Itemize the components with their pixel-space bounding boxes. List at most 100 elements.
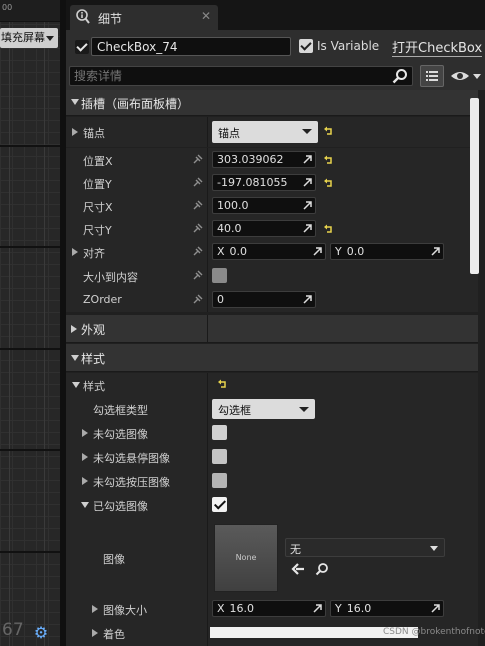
image-size-x-input[interactable]: X 16.0 [212, 600, 326, 617]
unchecked-image-swatch[interactable] [212, 425, 227, 440]
image-thumbnail[interactable]: None [214, 524, 278, 592]
widget-header: Is Variable 打开CheckBox [66, 30, 485, 90]
bind-icon[interactable] [192, 293, 204, 305]
bind-icon[interactable] [192, 153, 204, 165]
property-label: 图像大小 [103, 604, 147, 617]
reset-arrow-icon[interactable] [218, 379, 228, 389]
widget-enabled-checkbox[interactable] [75, 40, 89, 54]
drag-handle-icon[interactable] [431, 247, 440, 256]
expand-arrow-icon[interactable] [72, 382, 80, 388]
anchors-dropdown[interactable]: 锚点 [212, 121, 318, 143]
fill-screen-label: 填充屏幕 [1, 31, 45, 44]
size-y-input[interactable]: 40.0 [212, 220, 316, 237]
bind-icon[interactable] [192, 269, 204, 281]
column-separator [207, 148, 208, 172]
back-arrow-icon[interactable] [291, 562, 305, 576]
property-label: 尺寸Y [83, 224, 112, 237]
viewport-guide-line [0, 551, 60, 553]
collapse-arrow-icon[interactable] [92, 605, 98, 613]
alignment-x-value: 0.0 [229, 245, 248, 258]
alignment-y-value: 0.0 [346, 245, 365, 258]
list-view-icon [426, 71, 438, 81]
designer-viewport[interactable]: 00 填充屏幕 67 ⚙ [0, 0, 60, 646]
tab-details[interactable]: 细节 ✕ [70, 5, 218, 30]
collapse-arrow-icon[interactable] [82, 429, 88, 437]
column-separator [207, 445, 208, 469]
bind-icon[interactable] [192, 222, 204, 234]
column-separator [207, 597, 208, 621]
collapse-arrow-icon[interactable] [92, 629, 98, 637]
column-separator [207, 117, 208, 147]
image-size-x-value: 16.0 [229, 602, 255, 615]
property-label: 样式 [83, 380, 105, 393]
column-separator [207, 493, 208, 517]
section-slot[interactable]: 插槽（画布面板槽） [66, 90, 478, 116]
viewport-guide-line [0, 145, 60, 147]
viewport-guide-line [0, 449, 60, 451]
property-label: 未勾选图像 [93, 428, 148, 441]
search-input[interactable] [72, 67, 382, 85]
image-asset-dropdown[interactable]: 无 [285, 538, 445, 557]
drag-handle-icon[interactable] [303, 155, 312, 164]
collapse-arrow-icon[interactable] [82, 477, 88, 485]
alignment-x-input[interactable]: X 0.0 [212, 243, 326, 260]
drag-handle-icon[interactable] [303, 178, 312, 187]
section-title: 插槽（画布面板槽） [81, 97, 190, 111]
auto-size-checkbox[interactable] [212, 268, 227, 283]
drag-handle-icon[interactable] [303, 201, 312, 210]
checkbox-type-dropdown[interactable]: 勾选框 [212, 399, 315, 419]
chevron-down-icon [302, 129, 312, 134]
property-label: 图像 [103, 553, 125, 566]
bind-icon[interactable] [192, 245, 204, 257]
position-x-input[interactable]: 303.039062 [212, 151, 316, 168]
close-icon[interactable]: ✕ [201, 9, 211, 23]
reset-arrow-icon[interactable] [324, 178, 334, 188]
viewport-guide-line [44, 0, 45, 646]
image-size-y-input[interactable]: Y 16.0 [330, 600, 444, 617]
position-y-input[interactable]: -197.081055 [212, 174, 316, 191]
viewport-guide-line [0, 348, 60, 350]
drag-handle-icon[interactable] [313, 247, 322, 256]
is-variable-checkbox[interactable] [299, 39, 313, 53]
column-separator [207, 240, 208, 264]
section-appearance[interactable]: 外观 [66, 315, 478, 343]
property-matrix-button[interactable] [420, 65, 444, 87]
drag-handle-icon[interactable] [303, 224, 312, 233]
size-x-input[interactable]: 100.0 [212, 197, 316, 214]
drag-handle-icon[interactable] [431, 604, 440, 613]
collapse-arrow-icon[interactable] [72, 248, 78, 256]
fill-screen-dropdown[interactable]: 填充屏幕 [0, 28, 58, 48]
widget-name-input[interactable] [91, 37, 291, 56]
property-row-zorder: ZOrder 0 [66, 288, 478, 312]
reset-arrow-icon[interactable] [324, 126, 334, 136]
search-icon[interactable] [392, 68, 408, 84]
expand-arrow-icon [71, 355, 79, 361]
unchecked-hover-swatch[interactable] [212, 449, 227, 464]
alignment-y-input[interactable]: Y 0.0 [330, 243, 444, 260]
info-icon [76, 9, 90, 24]
checked-image-swatch[interactable] [212, 497, 227, 512]
collapse-arrow-icon[interactable] [82, 453, 88, 461]
unchecked-pressed-swatch[interactable] [212, 473, 227, 488]
drag-handle-icon[interactable] [303, 295, 312, 304]
property-row-unchecked-hover: 未勾选悬停图像 [66, 445, 478, 469]
reset-arrow-icon[interactable] [324, 224, 334, 234]
eye-icon [451, 72, 481, 80]
browse-search-icon[interactable] [315, 562, 329, 576]
section-style[interactable]: 样式 [66, 344, 478, 372]
reset-arrow-icon[interactable] [324, 155, 334, 165]
drag-handle-icon[interactable] [313, 604, 322, 613]
property-row-position-x: 位置X 303.039062 [66, 148, 478, 172]
bind-icon[interactable] [192, 199, 204, 211]
expand-arrow-icon[interactable] [81, 502, 89, 508]
zorder-input[interactable]: 0 [212, 291, 316, 308]
collapse-arrow-icon[interactable] [72, 128, 78, 136]
bind-icon[interactable] [192, 176, 204, 188]
gear-icon[interactable]: ⚙ [32, 624, 50, 642]
axis-y-label: Y [335, 245, 342, 258]
property-row-checkbox-type: 勾选框类型 勾选框 [66, 397, 478, 421]
anchors-value: 锚点 [218, 127, 240, 140]
view-options-button[interactable] [449, 67, 483, 85]
open-checkbox-link[interactable]: 打开CheckBox [392, 37, 483, 57]
scrollbar-thumb[interactable] [470, 98, 479, 274]
